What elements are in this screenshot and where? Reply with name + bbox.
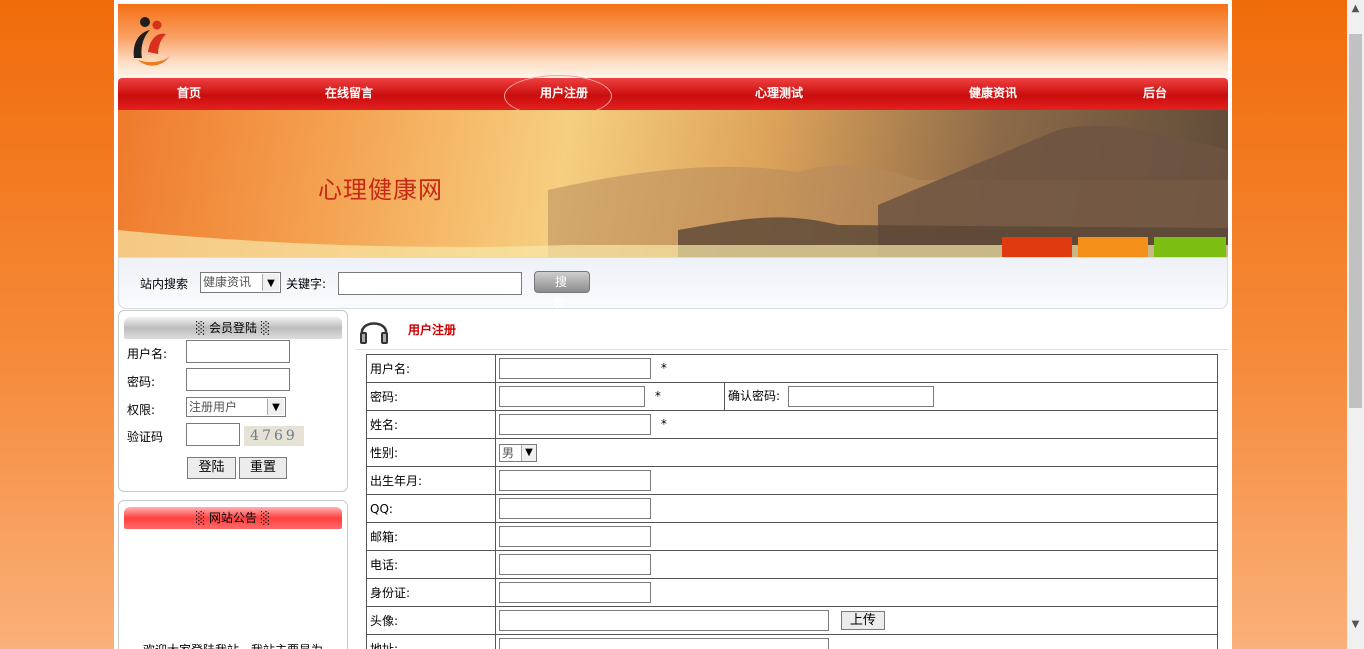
- address-input[interactable]: [499, 638, 829, 649]
- login-button[interactable]: 登陆: [187, 457, 236, 479]
- site-logo: [133, 17, 170, 66]
- required-mark: *: [660, 361, 667, 375]
- nav-item-message[interactable]: 在线留言: [325, 78, 373, 110]
- form-row-birth: 出生年月:: [366, 466, 1218, 495]
- confirm-password-label: 确认密码:: [728, 389, 781, 403]
- role-value: 注册用户: [189, 400, 238, 414]
- form-row-id-card: 身份证:: [366, 578, 1218, 607]
- site-search-label: 站内搜索: [140, 277, 189, 291]
- form-row-qq: QQ:: [366, 494, 1218, 523]
- form-row-password: 密码: * 确认密码:: [366, 382, 1218, 411]
- banner-landscape: [118, 125, 1228, 257]
- page: 首页 在线留言 用户注册 心理测试 健康资讯 后台 心理健康网 站内搜索 健康资…: [114, 0, 1232, 649]
- login-box: ░ 会员登陆 ░ 用户名: 密码: 权限: 注册用户 ▼ 验证码 4769 登陆…: [118, 310, 348, 492]
- banner: 心理健康网: [118, 110, 1228, 257]
- id-card-label: 身份证:: [366, 578, 496, 607]
- gender-value: 男: [502, 445, 515, 460]
- name-label: 姓名:: [366, 410, 496, 439]
- reg-username-input[interactable]: [499, 358, 651, 379]
- form-row-username: 用户名: *: [366, 354, 1218, 383]
- login-title: ░ 会员登陆 ░: [124, 317, 342, 339]
- chevron-down-icon: ▼: [267, 399, 284, 415]
- nav-item-admin[interactable]: 后台: [1143, 78, 1167, 110]
- name-input[interactable]: [499, 414, 651, 435]
- role-label: 权限:: [127, 403, 156, 417]
- register-title: 用户注册: [408, 323, 457, 337]
- birth-label: 出生年月:: [366, 466, 496, 495]
- form-row-avatar: 头像: 上传: [366, 606, 1218, 635]
- gender-label: 性别:: [366, 438, 496, 467]
- site-title: 心理健康网: [318, 176, 443, 204]
- headphones-icon: [360, 322, 388, 344]
- scrollbar-thumb[interactable]: [1349, 34, 1362, 408]
- scroll-up-icon[interactable]: ▲: [1347, 0, 1364, 17]
- register-form: 用户名: * 密码: * 确认密码: 姓名: * 性别: 男 ▼ 出生年月: Q…: [366, 354, 1218, 649]
- nav-item-psych-test[interactable]: 心理测试: [755, 78, 803, 110]
- avatar-path-input[interactable]: [499, 610, 829, 631]
- password-input[interactable]: [186, 368, 290, 391]
- phone-input[interactable]: [499, 554, 651, 575]
- username-label: 用户名:: [366, 354, 496, 383]
- password-label: 密码:: [127, 375, 156, 389]
- page-scrollbar[interactable]: ▲ ▼: [1347, 0, 1364, 649]
- reg-password-input[interactable]: [499, 386, 645, 407]
- keyword-label: 关键字:: [286, 277, 327, 291]
- form-row-gender: 性别: 男 ▼: [366, 438, 1218, 467]
- username-input[interactable]: [186, 340, 290, 363]
- captcha-input[interactable]: [186, 423, 240, 446]
- search-category-value: 健康资讯: [203, 275, 252, 289]
- gender-select[interactable]: 男 ▼: [499, 443, 537, 462]
- nav-item-health-news[interactable]: 健康资讯: [969, 78, 1017, 110]
- search-button[interactable]: 搜 索: [534, 271, 590, 310]
- register-panel: 用户注册 用户名: * 密码: * 确认密码: 姓名: * 性别: 男 ▼ 出生…: [356, 308, 1228, 649]
- notice-box: ░ 网站公告 ░ 欢迎大家登陆我站，我站主要是为: [118, 500, 348, 649]
- divider: [356, 349, 1228, 350]
- qq-input[interactable]: [499, 498, 651, 519]
- chevron-down-icon: ▼: [521, 444, 536, 461]
- captcha-label: 验证码: [127, 430, 164, 444]
- scroll-down-icon[interactable]: ▼: [1347, 616, 1364, 633]
- id-card-input[interactable]: [499, 582, 651, 603]
- phone-label: 电话:: [366, 550, 496, 579]
- username-label: 用户名:: [127, 347, 168, 361]
- notice-text: 欢迎大家登陆我站，我站主要是为: [143, 641, 323, 649]
- required-mark: *: [654, 389, 661, 403]
- chevron-down-icon: ▼: [262, 274, 279, 291]
- form-row-phone: 电话:: [366, 550, 1218, 579]
- nav-item-home[interactable]: 首页: [177, 78, 201, 110]
- nav-item-register[interactable]: 用户注册: [540, 78, 588, 110]
- confirm-password-input[interactable]: [787, 386, 934, 407]
- search-category-select[interactable]: 健康资讯 ▼: [200, 272, 281, 293]
- qq-label: QQ:: [366, 494, 496, 523]
- form-row-name: 姓名: *: [366, 410, 1218, 439]
- notice-title: ░ 网站公告 ░: [124, 507, 342, 529]
- email-label: 邮箱:: [366, 522, 496, 551]
- password-label: 密码:: [366, 382, 496, 411]
- required-mark: *: [660, 417, 667, 431]
- header: [118, 4, 1228, 78]
- email-input[interactable]: [499, 526, 651, 547]
- birth-input[interactable]: [499, 470, 651, 491]
- form-row-address: 地址:: [366, 634, 1218, 649]
- upload-button[interactable]: 上传: [840, 611, 885, 630]
- reset-button[interactable]: 重置: [239, 457, 287, 479]
- avatar-label: 头像:: [366, 606, 496, 635]
- form-row-email: 邮箱:: [366, 522, 1218, 551]
- main-nav: 首页 在线留言 用户注册 心理测试 健康资讯 后台: [118, 75, 1228, 117]
- site-search-bar: 站内搜索 健康资讯 ▼ 关键字: 搜 索: [118, 257, 1228, 310]
- role-select[interactable]: 注册用户 ▼: [186, 397, 286, 417]
- address-label: 地址:: [366, 634, 496, 649]
- keyword-input[interactable]: [338, 272, 522, 295]
- captcha-image[interactable]: 4769: [244, 426, 304, 446]
